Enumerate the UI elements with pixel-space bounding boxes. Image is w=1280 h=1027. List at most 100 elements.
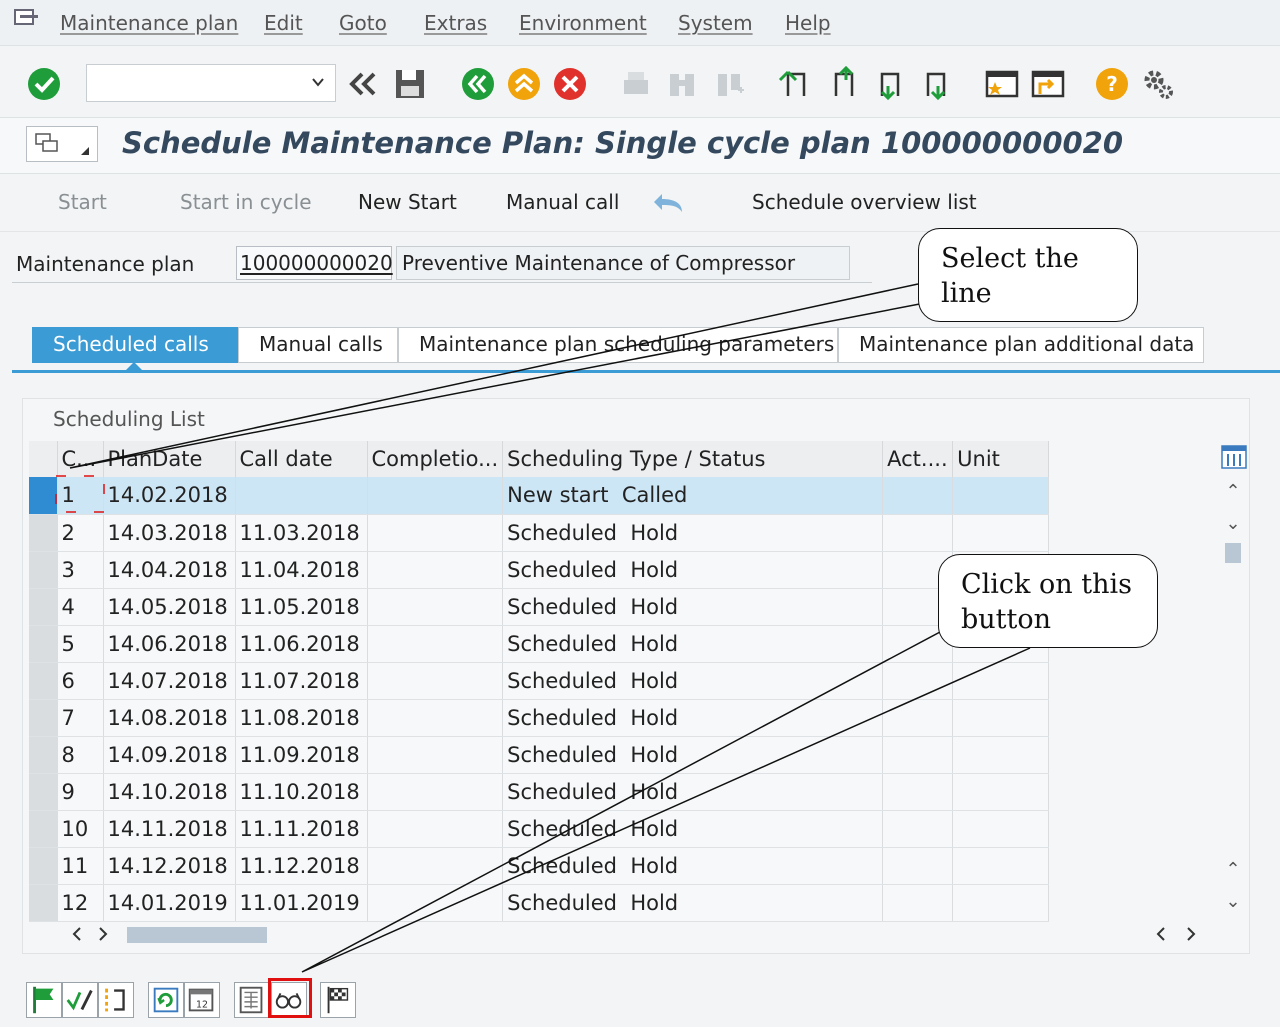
column-header-plan-date[interactable]: PlanDate: [103, 441, 236, 477]
undo-icon[interactable]: [650, 190, 686, 216]
create-session-icon[interactable]: [984, 66, 1020, 102]
unit-cell: [952, 773, 1050, 811]
manual-call-button[interactable]: Manual call: [506, 190, 619, 214]
table-row[interactable]: 1 14.02.2018 New start Called: [29, 477, 1050, 515]
table-row[interactable]: 4 14.05.2018 11.05.2018 Scheduled Hold: [29, 588, 1050, 626]
column-header-call-no[interactable]: C...: [57, 441, 104, 477]
table-row[interactable]: 11 14.12.2018 11.12.2018 Scheduled Hold: [29, 847, 1050, 885]
row-selector[interactable]: [29, 477, 58, 515]
scroll-page-up-icon[interactable]: ⌃: [1223, 859, 1243, 880]
double-chevron-left-icon[interactable]: [346, 66, 382, 102]
help-icon[interactable]: ?: [1094, 66, 1130, 102]
scheduling-type-status-cell: Scheduled Hold: [502, 884, 884, 922]
new-start-button[interactable]: New Start: [358, 190, 457, 214]
row-selector[interactable]: [29, 588, 58, 626]
refresh-schedule-icon[interactable]: [148, 982, 184, 1018]
menu-icon[interactable]: [14, 9, 40, 27]
table-row[interactable]: 7 14.08.2018 11.08.2018 Scheduled Hold: [29, 699, 1050, 737]
menu-extras[interactable]: Extras: [424, 11, 487, 35]
column-header-call-date[interactable]: Call date: [235, 441, 368, 477]
scroll-thumb[interactable]: [1225, 543, 1241, 563]
scheduling-list-title: Scheduling List: [53, 407, 205, 431]
horizontal-scrollbar[interactable]: [59, 919, 1219, 949]
scroll-far-right-icon[interactable]: [1183, 925, 1199, 943]
row-selector[interactable]: [29, 810, 58, 848]
table-settings-icon[interactable]: [234, 982, 270, 1018]
menu-goto[interactable]: Goto: [339, 11, 387, 35]
fix-call-icon[interactable]: [62, 982, 98, 1018]
schedule-overview-list-button[interactable]: Schedule overview list: [752, 190, 977, 214]
unit-cell: [952, 477, 1050, 515]
table-row[interactable]: 5 14.06.2018 11.06.2018 Scheduled Hold: [29, 625, 1050, 663]
row-selector[interactable]: [29, 699, 58, 737]
row-selector[interactable]: [29, 773, 58, 811]
previous-page-icon[interactable]: [826, 66, 862, 102]
call-date-cell: 11.09.2018: [235, 736, 368, 774]
menu-maintenance-plan[interactable]: Maintenance plan: [60, 11, 238, 35]
plan-date-cell: 14.08.2018: [103, 699, 236, 737]
action-cell: [882, 884, 954, 922]
horizontal-scroll-thumb[interactable]: [127, 927, 267, 943]
menu-environment[interactable]: Environment: [519, 11, 647, 35]
scheduling-type-status-cell: Scheduled Hold: [502, 773, 884, 811]
table-row[interactable]: 9 14.10.2018 11.10.2018 Scheduled Hold: [29, 773, 1050, 811]
print-icon: [624, 72, 648, 94]
row-selector[interactable]: [29, 625, 58, 663]
maintenance-plan-number-field[interactable]: 100000000020: [236, 246, 393, 280]
skip-call-icon[interactable]: [98, 982, 134, 1018]
scroll-far-left-icon[interactable]: [1153, 925, 1169, 943]
scroll-left-icon[interactable]: [69, 925, 85, 943]
menu-bar: Maintenance plan Edit Goto Extras Enviro…: [0, 0, 1280, 46]
save-icon[interactable]: [392, 66, 428, 102]
scroll-page-down-icon[interactable]: ⌄: [1223, 891, 1243, 912]
call-no-cell: 6: [57, 662, 104, 700]
table-row[interactable]: 10 14.11.2018 11.11.2018 Scheduled Hold: [29, 810, 1050, 848]
menu-system[interactable]: System: [678, 11, 753, 35]
table-row[interactable]: 12 14.01.2019 11.01.2019 Scheduled Hold: [29, 884, 1050, 922]
tab-additional-data[interactable]: Maintenance plan additional data: [838, 327, 1204, 363]
application-toolbar: Start Start in cycle New Start Manual ca…: [0, 174, 1280, 232]
calendar-icon[interactable]: 12: [184, 982, 220, 1018]
unit-cell: [952, 662, 1050, 700]
next-page-icon[interactable]: [872, 66, 908, 102]
column-settings-icon[interactable]: [1221, 445, 1247, 469]
shortcut-icon[interactable]: [1030, 66, 1066, 102]
row-selector[interactable]: [29, 662, 58, 700]
exit-icon[interactable]: [506, 66, 542, 102]
column-header-unit[interactable]: Unit: [952, 441, 1050, 477]
tab-scheduled-calls[interactable]: Scheduled calls: [32, 327, 238, 363]
menu-edit[interactable]: Edit: [264, 11, 303, 35]
back-icon[interactable]: [460, 66, 496, 102]
first-page-icon[interactable]: [778, 66, 814, 102]
enter-check-icon[interactable]: [26, 66, 62, 102]
vertical-scrollbar[interactable]: ⌃ ⌄ ⌃ ⌄: [1219, 441, 1247, 919]
table-row[interactable]: 3 14.04.2018 11.04.2018 Scheduled Hold: [29, 551, 1050, 589]
command-field[interactable]: [86, 64, 336, 102]
settings-gear-icon[interactable]: [1140, 66, 1176, 102]
scroll-down-icon[interactable]: ⌄: [1223, 513, 1243, 534]
chevron-down-icon[interactable]: [311, 75, 325, 89]
tab-manual-calls[interactable]: Manual calls: [238, 327, 398, 363]
cancel-icon[interactable]: [552, 66, 588, 102]
column-header-scheduling-type-status[interactable]: Scheduling Type / Status: [502, 441, 884, 477]
menu-dropdown-button[interactable]: [26, 126, 98, 162]
column-header-action[interactable]: Act....: [882, 441, 954, 477]
table-row[interactable]: 6 14.07.2018 11.07.2018 Scheduled Hold: [29, 662, 1050, 700]
last-page-icon[interactable]: [918, 66, 954, 102]
row-selector[interactable]: [29, 847, 58, 885]
release-flag-icon[interactable]: [26, 982, 62, 1018]
row-selector[interactable]: [29, 551, 58, 589]
row-selector[interactable]: [29, 884, 58, 922]
scroll-up-icon[interactable]: ⌃: [1223, 481, 1243, 502]
row-selector[interactable]: [29, 514, 58, 552]
column-header-completion[interactable]: Completio...: [367, 441, 504, 477]
call-no-cell: 12: [57, 884, 104, 922]
tab-scheduling-parameters[interactable]: Maintenance plan scheduling parameters: [398, 327, 838, 363]
finish-flag-icon[interactable]: [320, 982, 356, 1018]
row-selector[interactable]: [29, 736, 58, 774]
select-all-cell[interactable]: [29, 441, 58, 477]
menu-help[interactable]: Help: [785, 11, 831, 35]
scroll-right-icon[interactable]: [95, 925, 111, 943]
table-row[interactable]: 8 14.09.2018 11.09.2018 Scheduled Hold: [29, 736, 1050, 774]
table-row[interactable]: 2 14.03.2018 11.03.2018 Scheduled Hold: [29, 514, 1050, 552]
